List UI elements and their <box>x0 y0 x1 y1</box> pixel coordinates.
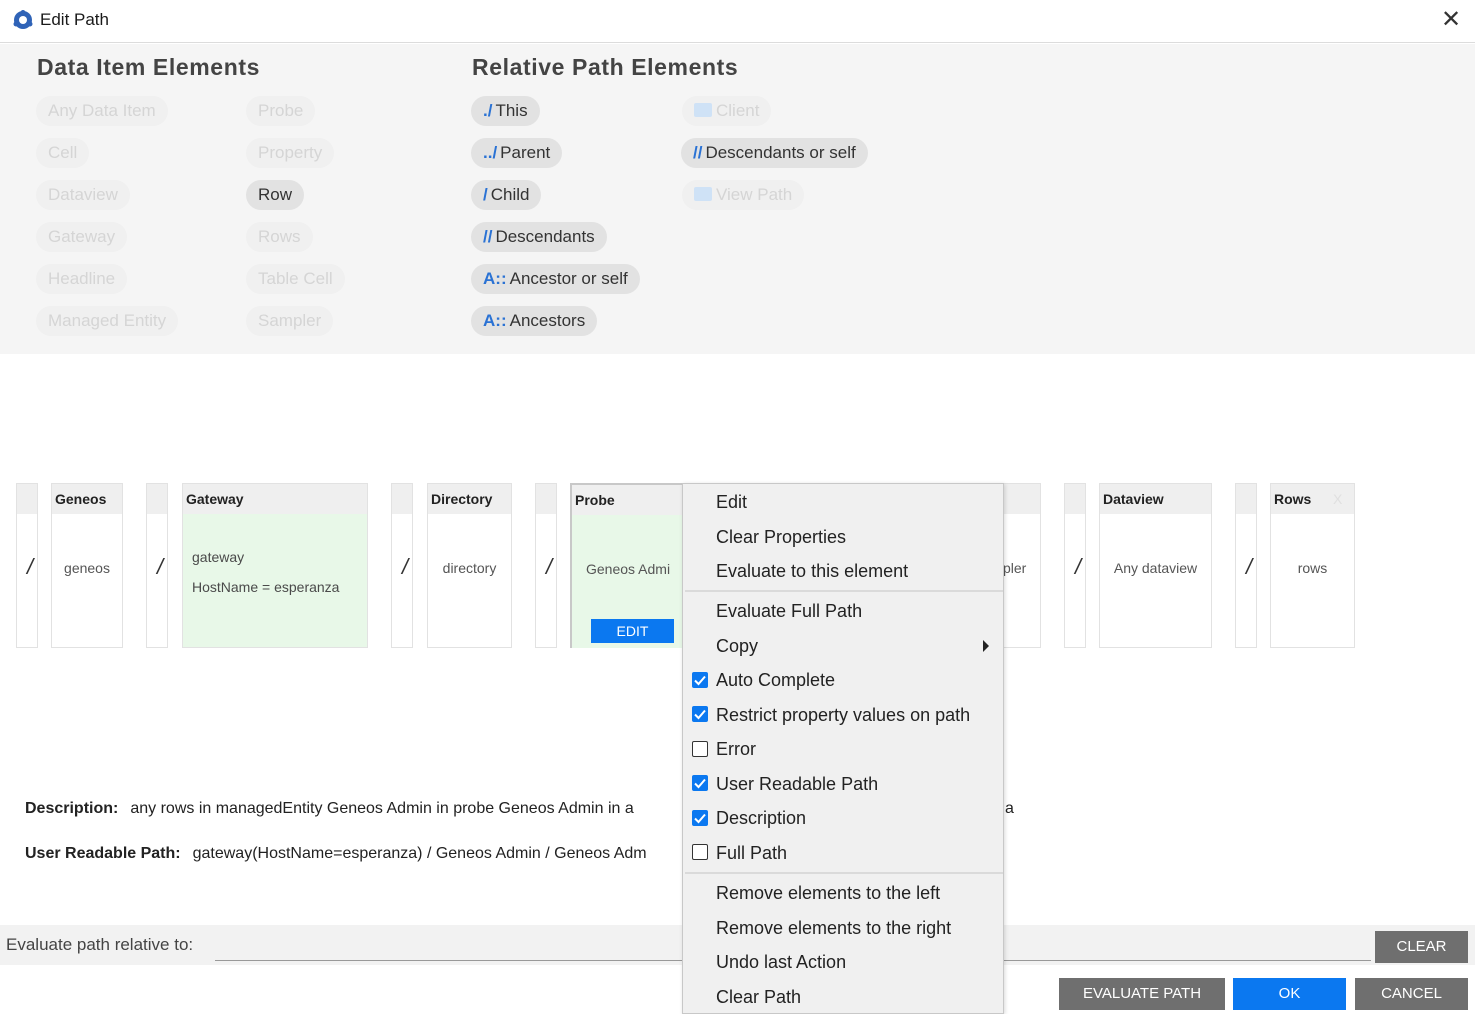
check-user-readable-path-icon[interactable] <box>692 775 708 791</box>
chip-parent[interactable]: ../Parent <box>471 138 563 168</box>
folder-icon <box>694 103 712 117</box>
chip-cell: Cell <box>36 138 90 168</box>
element-palette: Data Item Elements Relative Path Element… <box>0 44 1475 354</box>
data-item-elements-heading: Data Item Elements <box>37 54 260 80</box>
app-logo-icon <box>13 10 33 29</box>
menu-item-clear-properties[interactable]: Clear Properties <box>716 527 846 548</box>
element-header <box>999 484 1040 514</box>
submenu-arrow-icon <box>983 640 989 652</box>
check-error-icon[interactable] <box>692 741 708 757</box>
user-readable-path-text: gateway(HostName=esperanza) / Geneos Adm… <box>192 845 647 862</box>
element-property: HostName = esperanza <box>192 579 340 595</box>
menu-item-error[interactable]: Error <box>716 739 756 760</box>
chip-any-data-item: Any Data Item <box>36 96 168 126</box>
chip-ancestor-or-self[interactable]: A:: Ancestor or self <box>471 264 640 294</box>
menu-divider <box>685 590 1003 592</box>
element-value: pler <box>1003 560 1027 576</box>
separator-slash: / <box>27 554 34 579</box>
menu-item-description[interactable]: Description <box>716 808 806 829</box>
chip-this[interactable]: ./This <box>471 96 540 126</box>
chip-probe: Probe <box>246 96 316 126</box>
path-element-probe[interactable]: Probe Geneos Admi EDIT <box>570 483 694 648</box>
chip-managed-entity: Managed Entity <box>36 306 179 336</box>
chip-gateway: Gateway <box>36 222 128 252</box>
chip-headline: Headline <box>36 264 128 294</box>
chip-descendants-or-self[interactable]: //Descendants or self <box>681 138 868 168</box>
chip-dataview: Dataview <box>36 180 130 210</box>
element-header: Dataview <box>1100 484 1211 514</box>
close-icon[interactable]: ✕ <box>1438 8 1464 34</box>
element-value: rows <box>1297 560 1328 576</box>
user-readable-path-row: User Readable Path: gateway(HostName=espe… <box>25 845 647 863</box>
window-title: Edit Path <box>40 10 109 29</box>
menu-item-auto-complete[interactable]: Auto Complete <box>716 670 835 691</box>
menu-item-full-path[interactable]: Full Path <box>716 843 787 864</box>
element-header: Gateway <box>183 484 367 514</box>
path-element-gateway[interactable]: Gateway gateway HostName = esperanza <box>182 483 368 648</box>
menu-divider <box>685 872 1003 874</box>
path-element-dataview[interactable]: Dataview Any dataview <box>1099 483 1212 648</box>
path-element-geneos[interactable]: Geneos geneos <box>51 483 123 648</box>
menu-item-evaluate-to-element[interactable]: Evaluate to this element <box>716 561 908 582</box>
separator-slash: / <box>402 554 409 579</box>
menu-item-edit[interactable]: Edit <box>716 492 747 513</box>
element-value: geneos <box>64 560 110 576</box>
check-auto-complete-icon[interactable] <box>692 672 708 688</box>
edit-element-button[interactable]: EDIT <box>591 619 674 643</box>
element-value: directory <box>442 560 497 576</box>
cancel-button[interactable]: CANCEL <box>1355 978 1468 1010</box>
element-value: Any dataview <box>1113 560 1198 576</box>
path-element-rows[interactable]: Rows X rows <box>1270 483 1355 648</box>
ok-button[interactable]: OK <box>1233 978 1346 1010</box>
description-text: any rows in managedEntity Geneos Admin i… <box>130 800 634 817</box>
menu-item-remove-right[interactable]: Remove elements to the right <box>716 918 951 939</box>
evaluate-relative-label: Evaluate path relative to: <box>6 935 194 954</box>
element-header: Probe <box>572 485 692 515</box>
element-header: Rows <box>1274 491 1312 507</box>
chip-view-path: View Path <box>682 180 805 210</box>
check-description-icon[interactable] <box>692 810 708 826</box>
remove-element-icon[interactable]: X <box>1333 484 1342 514</box>
menu-item-copy[interactable]: Copy <box>716 636 758 657</box>
check-full-path-icon[interactable] <box>692 844 708 860</box>
menu-item-clear-path[interactable]: Clear Path <box>716 987 801 1008</box>
clear-button[interactable]: CLEAR <box>1375 931 1468 963</box>
menu-item-remove-left[interactable]: Remove elements to the left <box>716 883 940 904</box>
path-element-directory[interactable]: Directory directory <box>427 483 512 648</box>
folder-icon <box>694 187 712 201</box>
chip-table-cell: Table Cell <box>246 264 345 294</box>
description-tail: a <box>1005 800 1014 817</box>
path-element-sampler[interactable]: pler <box>998 483 1041 648</box>
element-value: gateway <box>192 549 245 565</box>
separator-slash: / <box>1246 554 1253 579</box>
description-label: Description: <box>25 800 119 817</box>
menu-item-undo[interactable]: Undo last Action <box>716 952 846 973</box>
separator-slash: / <box>1075 554 1082 579</box>
user-readable-path-label: User Readable Path: <box>25 845 181 862</box>
context-menu: Edit Clear Properties Evaluate to this e… <box>682 483 1004 1014</box>
relative-path-elements-heading: Relative Path Elements <box>472 54 739 80</box>
element-header: Geneos <box>52 484 122 514</box>
chip-ancestors[interactable]: A:: Ancestors <box>471 306 598 336</box>
chip-child[interactable]: / Child <box>471 180 542 210</box>
menu-item-restrict-property-values[interactable]: Restrict property values on path <box>716 705 970 726</box>
check-restrict-property-icon[interactable] <box>692 706 708 722</box>
description-row: Description: any rows in managedEntity Ge… <box>25 800 634 818</box>
chip-sampler: Sampler <box>246 306 334 336</box>
chip-row[interactable]: Row <box>246 180 305 210</box>
evaluate-path-button[interactable]: EVALUATE PATH <box>1059 978 1225 1010</box>
element-header: Directory <box>428 484 511 514</box>
chip-property: Property <box>246 138 335 168</box>
menu-item-user-readable-path[interactable]: User Readable Path <box>716 774 878 795</box>
menu-item-evaluate-full-path[interactable]: Evaluate Full Path <box>716 601 862 622</box>
separator-slash: / <box>157 554 164 579</box>
title-bar: Edit Path ✕ <box>0 0 1475 43</box>
chip-client: Client <box>682 96 772 126</box>
separator-slash: / <box>546 554 553 579</box>
chip-descendants[interactable]: //Descendants <box>471 222 607 252</box>
chip-rows: Rows <box>246 222 313 252</box>
